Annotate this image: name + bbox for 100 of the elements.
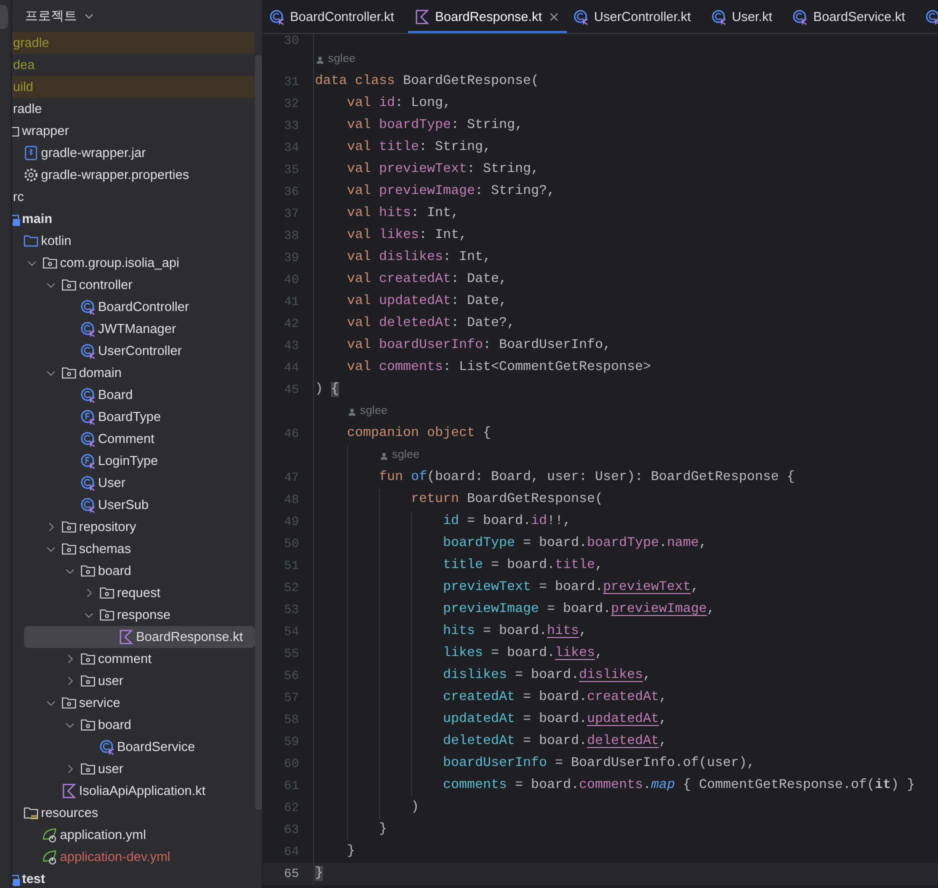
code-line: previewImage = board.previewImage, (442, 601, 715, 619)
tree-item[interactable]: response (12, 604, 255, 626)
tree-item[interactable]: service (12, 692, 255, 714)
resources-folder-icon (23, 805, 39, 821)
code-line: val title: String, (346, 139, 491, 157)
tree-item[interactable]: IsoliaApiApplication.kt (12, 780, 255, 802)
code-line: ) { (315, 381, 339, 399)
package-icon (80, 673, 96, 689)
panel-title[interactable]: 프로젝트 (25, 6, 77, 26)
tree-item[interactable]: domain (12, 362, 255, 384)
code-line: val dislikes: Int, (346, 249, 491, 267)
class-icon (269, 9, 285, 25)
tree-item[interactable]: application.yml (12, 824, 255, 846)
tree-item[interactable]: UserSub (12, 494, 255, 516)
package-icon (80, 717, 96, 733)
tree-item[interactable]: dea (12, 54, 255, 76)
package-icon (80, 563, 96, 579)
tree-item[interactable]: BoardController (12, 296, 255, 318)
class-icon (80, 387, 96, 403)
tree-item[interactable]: UserController (12, 340, 255, 362)
editor-tab[interactable]: UserController.kt (567, 0, 705, 33)
archive-icon (23, 145, 39, 161)
code-line: title = board.title, (442, 557, 603, 575)
gear-icon (23, 167, 39, 183)
code-line: val likes: Int, (346, 227, 467, 245)
scrollbar[interactable] (255, 55, 262, 810)
package-icon (80, 761, 96, 777)
tree-item[interactable]: LoginType (12, 450, 255, 472)
code-line: fun of(board: Board, user: User): BoardGetResponse { (378, 469, 795, 487)
class-icon (925, 9, 938, 25)
tree-item[interactable]: request (12, 582, 255, 604)
code-line: hits = board.hits, (442, 623, 587, 641)
code-line: val previewText: String, (346, 161, 539, 179)
tree-item[interactable]: application-dev.yml (12, 846, 255, 868)
editor-tab[interactable]: BoardService.kt (786, 0, 920, 33)
code-line: val deletedAt: Date?, (346, 315, 515, 333)
code-line: updatedAt = board.updatedAt, (442, 711, 667, 729)
person-icon (315, 55, 325, 65)
code-line: likes = board.likes, (442, 645, 603, 663)
tree-item[interactable]: user (12, 758, 255, 780)
code-line: id = board.id!!, (442, 513, 571, 531)
code-line: val id: Long, (346, 95, 451, 113)
tree-item[interactable]: comment (12, 648, 255, 670)
tree-item[interactable]: resources (12, 802, 255, 824)
class-icon (710, 9, 727, 25)
leaf-icon (42, 849, 58, 865)
tree-item[interactable]: User (12, 472, 255, 494)
tree-item[interactable]: com.group.isolia_api (12, 252, 255, 274)
tree-item[interactable]: uild (12, 76, 255, 98)
code-line: previewText = board.previewText, (442, 579, 699, 597)
tree-item[interactable]: BoardService (12, 736, 255, 758)
leaf-icon (42, 827, 58, 843)
class-icon (80, 321, 96, 337)
code-line: val updatedAt: Date, (346, 293, 507, 311)
tree-item[interactable]: repository (12, 516, 255, 538)
code-line: boardUserInfo = BoardUserInfo.of(user), (442, 755, 755, 773)
code-line: dislikes = board.dislikes, (442, 667, 651, 685)
tree-item[interactable]: controller (12, 274, 255, 296)
tree-item[interactable]: Board (12, 384, 255, 406)
line-number: 65 (284, 867, 299, 881)
editor-tab[interactable]: User.kt (704, 0, 786, 33)
kotlin-file-icon (118, 629, 134, 645)
tree-item[interactable]: test (12, 868, 255, 888)
tree-item[interactable]: Comment (12, 428, 255, 450)
tree-item[interactable]: BoardResponse.kt (24, 626, 255, 648)
package-icon (99, 585, 115, 601)
package-icon (42, 255, 58, 271)
kotlin-file-icon (414, 9, 430, 25)
package-icon (61, 695, 77, 711)
package-icon (61, 277, 77, 293)
class-icon (80, 497, 96, 513)
enum-icon (80, 409, 96, 425)
tree-item[interactable]: gradle-wrapper.jar (12, 142, 255, 164)
class-icon (80, 431, 96, 447)
code-line: val boardUserInfo: BoardUserInfo, (346, 337, 611, 355)
tree-item[interactable]: rc (12, 186, 255, 208)
tree-item[interactable]: kotlin (12, 230, 255, 252)
tree-item[interactable]: board (12, 560, 255, 582)
code-line: deletedAt = board.deletedAt, (442, 733, 667, 751)
editor-tab[interactable]: BoardResponse.kt (408, 0, 568, 33)
code-line: val comments: List<CommentGetResponse> (346, 359, 651, 377)
tree-item[interactable]: schemas (12, 538, 255, 560)
class-icon (792, 9, 808, 25)
tree-item[interactable]: board (12, 714, 255, 736)
class-icon (80, 299, 96, 315)
editor-tab[interactable]: BoardController.kt (263, 0, 408, 33)
tree-item[interactable]: JWTManager (12, 318, 255, 340)
code-line: val previewImage: String?, (346, 183, 555, 201)
tree-item[interactable]: radle (12, 98, 255, 120)
tree-item[interactable]: wrapper (12, 120, 255, 142)
code-line: comments = board.comments.map { CommentGetResponse.of(it) } (442, 777, 915, 795)
tree-item[interactable]: user (12, 670, 255, 692)
tree-item[interactable]: BoardType (12, 406, 255, 428)
tree-item[interactable]: gradle (12, 32, 255, 54)
person-icon (347, 407, 357, 417)
package-icon (61, 519, 77, 535)
class-icon (80, 475, 96, 491)
package-icon (61, 541, 77, 557)
tree-item[interactable]: main (12, 208, 255, 230)
tree-item[interactable]: gradle-wrapper.properties (12, 164, 255, 186)
